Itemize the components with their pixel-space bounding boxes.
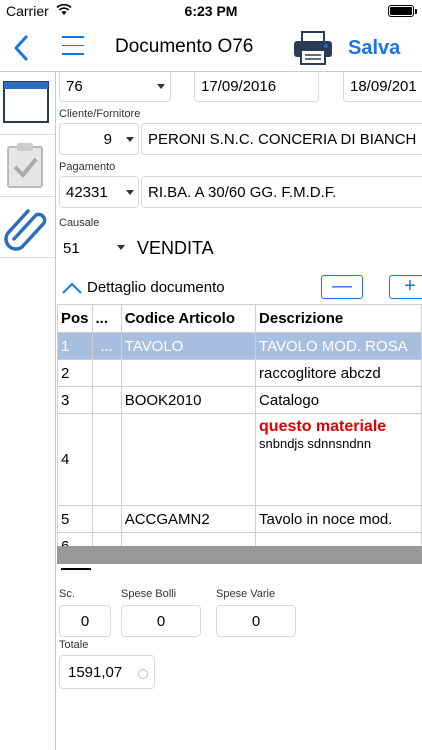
chevron-down-icon — [117, 245, 125, 250]
chevron-down-icon — [157, 84, 165, 89]
cell-description: TAVOLO MOD. ROSA — [255, 332, 422, 360]
back-chevron-icon[interactable] — [10, 34, 34, 62]
cliente-name-value: PERONI S.N.C. CONCERIA DI BIANCH — [148, 130, 417, 148]
status-bar: Carrier 6:23 PM — [0, 0, 422, 22]
cell-dots[interactable] — [91, 359, 122, 387]
chevron-down-icon — [126, 137, 134, 142]
document-date-field[interactable]: 17/09/2016 — [194, 72, 319, 102]
clock: 6:23 PM — [184, 3, 238, 19]
spese-bolli-value: 0 — [156, 612, 166, 630]
causale-description: VENDITA — [137, 238, 214, 258]
navigation-bar: Documento O76 Salva — [0, 22, 422, 72]
causale-label: Causale — [59, 217, 100, 229]
cell-pos: 3 — [57, 386, 93, 414]
sidebar-item-checklist[interactable] — [0, 134, 55, 196]
causale-code-select[interactable]: 51 — [59, 232, 131, 264]
totale-field: 1591,07 — [59, 655, 155, 689]
sidebar-item-attachments[interactable] — [0, 196, 55, 258]
sconto-field[interactable]: 0 — [59, 605, 111, 637]
remove-row-button[interactable]: — — [321, 275, 363, 299]
table-row[interactable]: 4 questo materiale snbndjs sdnnsndnn — [57, 413, 422, 506]
table-header-row: Pos ... Codice Articolo Descrizione — [57, 304, 422, 333]
series-value: 76 — [66, 78, 83, 95]
cell-pos: 2 — [57, 359, 93, 387]
totale-label: Totale — [59, 639, 89, 651]
chevron-down-icon — [126, 190, 134, 195]
document-window-icon — [3, 81, 49, 123]
cell-dots[interactable]: ... — [91, 332, 122, 360]
sconto-label: Sc. — [59, 588, 75, 600]
description-detail: snbndjs sdnnsndnn — [259, 436, 372, 451]
description-highlight: questo materiale — [259, 418, 387, 435]
cell-description: Catalogo — [255, 386, 422, 414]
second-date-field[interactable]: 18/09/201 — [343, 72, 422, 102]
cell-code — [120, 413, 257, 506]
cell-description: Tavolo in noce mod. — [255, 505, 422, 533]
cell-dots[interactable] — [91, 505, 122, 533]
clipboard-check-icon — [7, 143, 43, 188]
cliente-code-select[interactable]: 9 — [59, 123, 139, 155]
horizontal-scrollbar[interactable] — [57, 546, 422, 564]
cell-description: questo materiale snbndjs sdnnsndnn — [255, 413, 422, 506]
detail-toggle-label: Dettaglio documento — [87, 279, 225, 296]
save-button[interactable]: Salva — [348, 37, 400, 60]
column-header-descrizione[interactable]: Descrizione — [255, 304, 422, 333]
cell-pos: 4 — [57, 413, 93, 506]
tab-indicator — [61, 568, 91, 570]
cell-dots[interactable] — [91, 386, 122, 414]
cliente-name-field[interactable]: PERONI S.N.C. CONCERIA DI BIANCH — [141, 123, 422, 155]
cell-pos: 1 — [57, 332, 93, 360]
sconto-value: 0 — [80, 612, 90, 630]
cell-code — [120, 359, 257, 387]
column-header-codice[interactable]: Codice Articolo — [120, 304, 257, 333]
table-row[interactable]: 2 raccoglitore abczd — [57, 359, 422, 387]
cell-pos: 5 — [57, 505, 93, 533]
spese-bolli-field[interactable]: 0 — [121, 605, 201, 637]
cell-code: ACCGAMN2 — [120, 505, 257, 533]
cell-dots[interactable] — [91, 413, 122, 506]
spese-varie-field[interactable]: 0 — [216, 605, 296, 637]
add-row-button[interactable]: + — [389, 275, 422, 299]
cell-code: TAVOLO — [120, 332, 257, 360]
series-select[interactable]: 76 — [59, 72, 171, 102]
table-row[interactable]: 1 ... TAVOLO TAVOLO MOD. ROSA — [57, 332, 422, 360]
refresh-icon[interactable] — [138, 669, 148, 679]
detail-table: Pos ... Codice Articolo Descrizione 1 ..… — [57, 304, 422, 560]
sidebar-item-document[interactable] — [0, 72, 55, 134]
causale-code-value: 51 — [63, 239, 80, 257]
spese-varie-value: 0 — [251, 612, 261, 630]
pagamento-code-value: 42331 — [66, 183, 108, 201]
pagamento-description-value: RI.BA. A 30/60 GG. F.M.D.F. — [148, 183, 337, 201]
pagamento-description-field[interactable]: RI.BA. A 30/60 GG. F.M.D.F. — [141, 176, 422, 208]
pagamento-label: Pagamento — [59, 161, 116, 173]
table-row[interactable]: 3 BOOK2010 Catalogo — [57, 386, 422, 414]
battery-icon — [388, 5, 414, 17]
paperclip-icon — [4, 209, 47, 251]
document-date-value: 17/09/2016 — [201, 78, 277, 95]
pagamento-code-select[interactable]: 42331 — [59, 176, 139, 208]
second-date-value: 18/09/201 — [350, 78, 417, 95]
column-header-pos[interactable]: Pos — [57, 304, 93, 333]
column-header-more[interactable]: ... — [91, 304, 122, 333]
battery-tip — [415, 9, 417, 14]
cell-code: BOOK2010 — [120, 386, 257, 414]
cliente-label: Cliente/Fornitore — [59, 108, 141, 120]
sidebar — [0, 72, 56, 750]
totale-value: 1591,07 — [68, 663, 123, 681]
cliente-code-value: 9 — [103, 130, 112, 148]
page-title: Documento O76 — [115, 36, 254, 57]
printer-icon[interactable] — [292, 30, 334, 66]
spese-bolli-label: Spese Bolli — [121, 588, 177, 600]
table-row[interactable]: 5 ACCGAMN2 Tavolo in noce mod. — [57, 505, 422, 533]
hamburger-menu-icon[interactable] — [62, 36, 84, 58]
cell-description: raccoglitore abczd — [255, 359, 422, 387]
chevron-up-icon — [62, 282, 82, 294]
spese-varie-label: Spese Varie — [216, 588, 276, 600]
detail-toggle[interactable]: Dettaglio documento — [61, 279, 225, 296]
document-form: 76 17/09/2016 18/09/201 Cliente/Fornitor… — [57, 72, 422, 750]
